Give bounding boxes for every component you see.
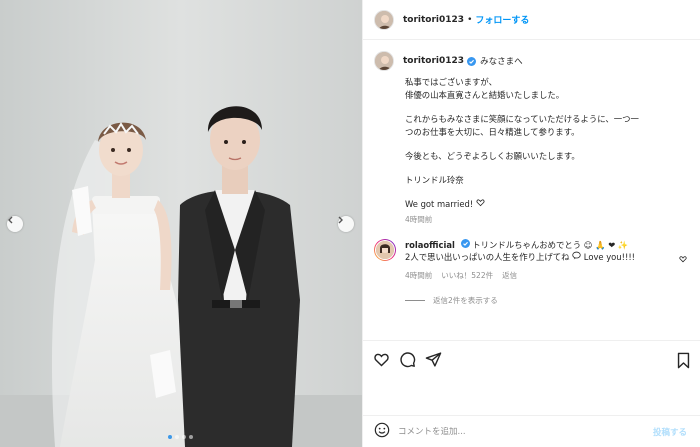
comment-text-line1: トリンドルちゃんおめでとう <box>472 240 582 250</box>
comment-time[interactable]: 4時間前 <box>405 270 432 281</box>
chevron-right-icon <box>338 216 343 224</box>
comment-composer: 投稿する <box>363 415 700 447</box>
comment-icon[interactable] <box>399 351 416 368</box>
comment-meta: 4時間前 いいね！522件 返信 <box>405 270 690 281</box>
comment-text-tail: Love you!!!! <box>583 252 636 262</box>
carousel-dot <box>168 435 172 439</box>
comment-text-line2: 2人で思い出いっぱいの人生を作り上げてね <box>405 252 570 262</box>
author-username[interactable]: toritori0123 <box>403 15 464 25</box>
verified-badge-icon <box>467 56 477 66</box>
smiley-icon[interactable] <box>374 422 390 442</box>
caption-line: 私事ではございますが、 <box>405 77 497 87</box>
caption-body: 私事ではございますが、 俳優の山本直寛さんと結婚いたしました。 これからもみなさ… <box>405 76 690 211</box>
caption-line: つのお仕事を大切に、日々精進して参ります。 <box>405 127 580 137</box>
avatar-image <box>376 241 394 259</box>
post-header: toritori0123 • フォローする <box>363 0 700 40</box>
header-separator: • <box>467 14 473 25</box>
carousel-dot <box>189 435 193 439</box>
view-replies-label: 返信2件を表示する <box>433 296 498 305</box>
verified-badge-icon <box>460 239 470 248</box>
replies-divider <box>405 300 425 301</box>
comments-section[interactable]: toritori0123 みなさまへ 私事ではございますが、 俳優の山本直寛さん… <box>363 40 700 340</box>
hearts-emoji-icon <box>476 199 485 207</box>
wedding-photo <box>0 0 362 447</box>
caption-line: 今後とも、どうぞよろしくお願いいたします。 <box>405 151 580 161</box>
avatar-image <box>375 52 393 70</box>
emoji-icons: ☺ 🙏 ❤ ✨ <box>583 240 629 250</box>
carousel-dot <box>175 435 179 439</box>
post-photo[interactable] <box>0 0 362 447</box>
caption-line: トリンドル玲奈 <box>405 175 464 185</box>
post-comment-button[interactable]: 投稿する <box>653 426 687 438</box>
comment: rolaofficial トリンドルちゃんおめでとう ☺ 🙏 ❤ ✨ 2人で思い… <box>374 239 690 263</box>
author-avatar[interactable] <box>374 9 394 30</box>
comment-likes[interactable]: いいね！522件 <box>441 270 493 281</box>
next-slide-button[interactable] <box>338 216 354 232</box>
commenter-avatar[interactable] <box>374 239 396 261</box>
caption-line: これからもみなさまに笑顔になっていただけるように、一つ一 <box>405 114 639 124</box>
comment-body: rolaofficial トリンドルちゃんおめでとう ☺ 🙏 ❤ ✨ 2人で思い… <box>405 239 635 263</box>
caption-username[interactable]: toritori0123 <box>403 56 464 66</box>
caption-head: toritori0123 みなさまへ <box>403 55 523 67</box>
paper-plane-icon[interactable] <box>425 351 442 368</box>
speech-bubble-emoji-icon <box>572 251 581 260</box>
comment-like-heart-icon[interactable] <box>679 248 687 267</box>
follow-button[interactable]: フォローする <box>475 13 529 26</box>
caption-english-line: We got married! <box>405 199 474 209</box>
previous-slide-button[interactable] <box>7 216 23 232</box>
caption-intro: みなさまへ <box>480 57 523 67</box>
avatar-image <box>375 10 393 29</box>
caption-line: We got married! <box>405 198 690 211</box>
caption-avatar[interactable] <box>374 51 394 71</box>
chevron-left-icon <box>8 216 13 224</box>
carousel-dot <box>182 435 186 439</box>
reply-button[interactable]: 返信 <box>502 270 517 281</box>
caption-time[interactable]: 4時間前 <box>405 214 690 225</box>
caption-line: 俳優の山本直寛さんと結婚いたしました。 <box>405 90 565 100</box>
heart-icon[interactable] <box>373 351 390 368</box>
carousel-indicator <box>168 435 193 439</box>
action-bar <box>363 340 700 378</box>
comment-input[interactable] <box>398 426 628 437</box>
bookmark-icon[interactable] <box>676 352 691 373</box>
commenter-username[interactable]: rolaofficial <box>405 240 455 250</box>
view-replies-button[interactable]: 返信2件を表示する <box>405 295 690 306</box>
caption: toritori0123 みなさまへ <box>374 51 690 71</box>
post-panel: toritori0123 • フォローする toritori0123 みなさまへ… <box>362 0 700 447</box>
